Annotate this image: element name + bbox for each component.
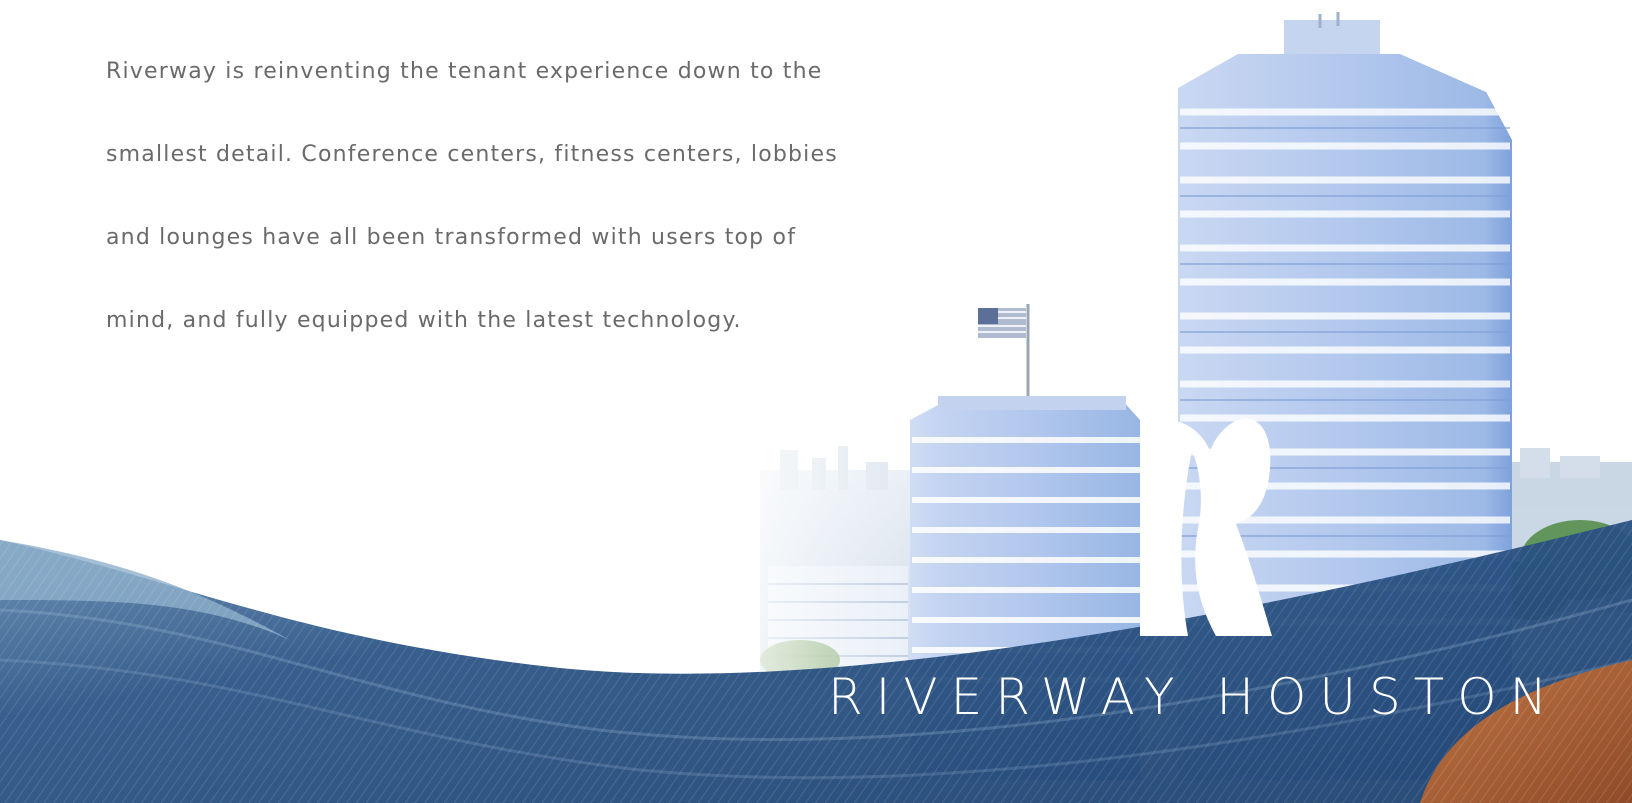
brochure-page: Mindfully designed to reflect a modern m… bbox=[0, 0, 1632, 803]
flag-icon bbox=[978, 304, 1030, 396]
intro-line-3: smallest detail. Conference centers, fit… bbox=[106, 142, 838, 167]
brand-wordmark: RIVERWAY HOUSTON bbox=[827, 668, 1560, 726]
intro-line-2: Riverway is reinventing the tenant exper… bbox=[106, 59, 823, 84]
intro-paragraph: Mindfully designed to reflect a modern m… bbox=[106, 0, 926, 389]
intro-line-5: mind, and fully equipped with the latest… bbox=[106, 308, 742, 333]
intro-line-1: Mindfully designed to reflect a modern m… bbox=[106, 0, 926, 57]
intro-line-4: and lounges have all been transformed wi… bbox=[106, 225, 797, 250]
